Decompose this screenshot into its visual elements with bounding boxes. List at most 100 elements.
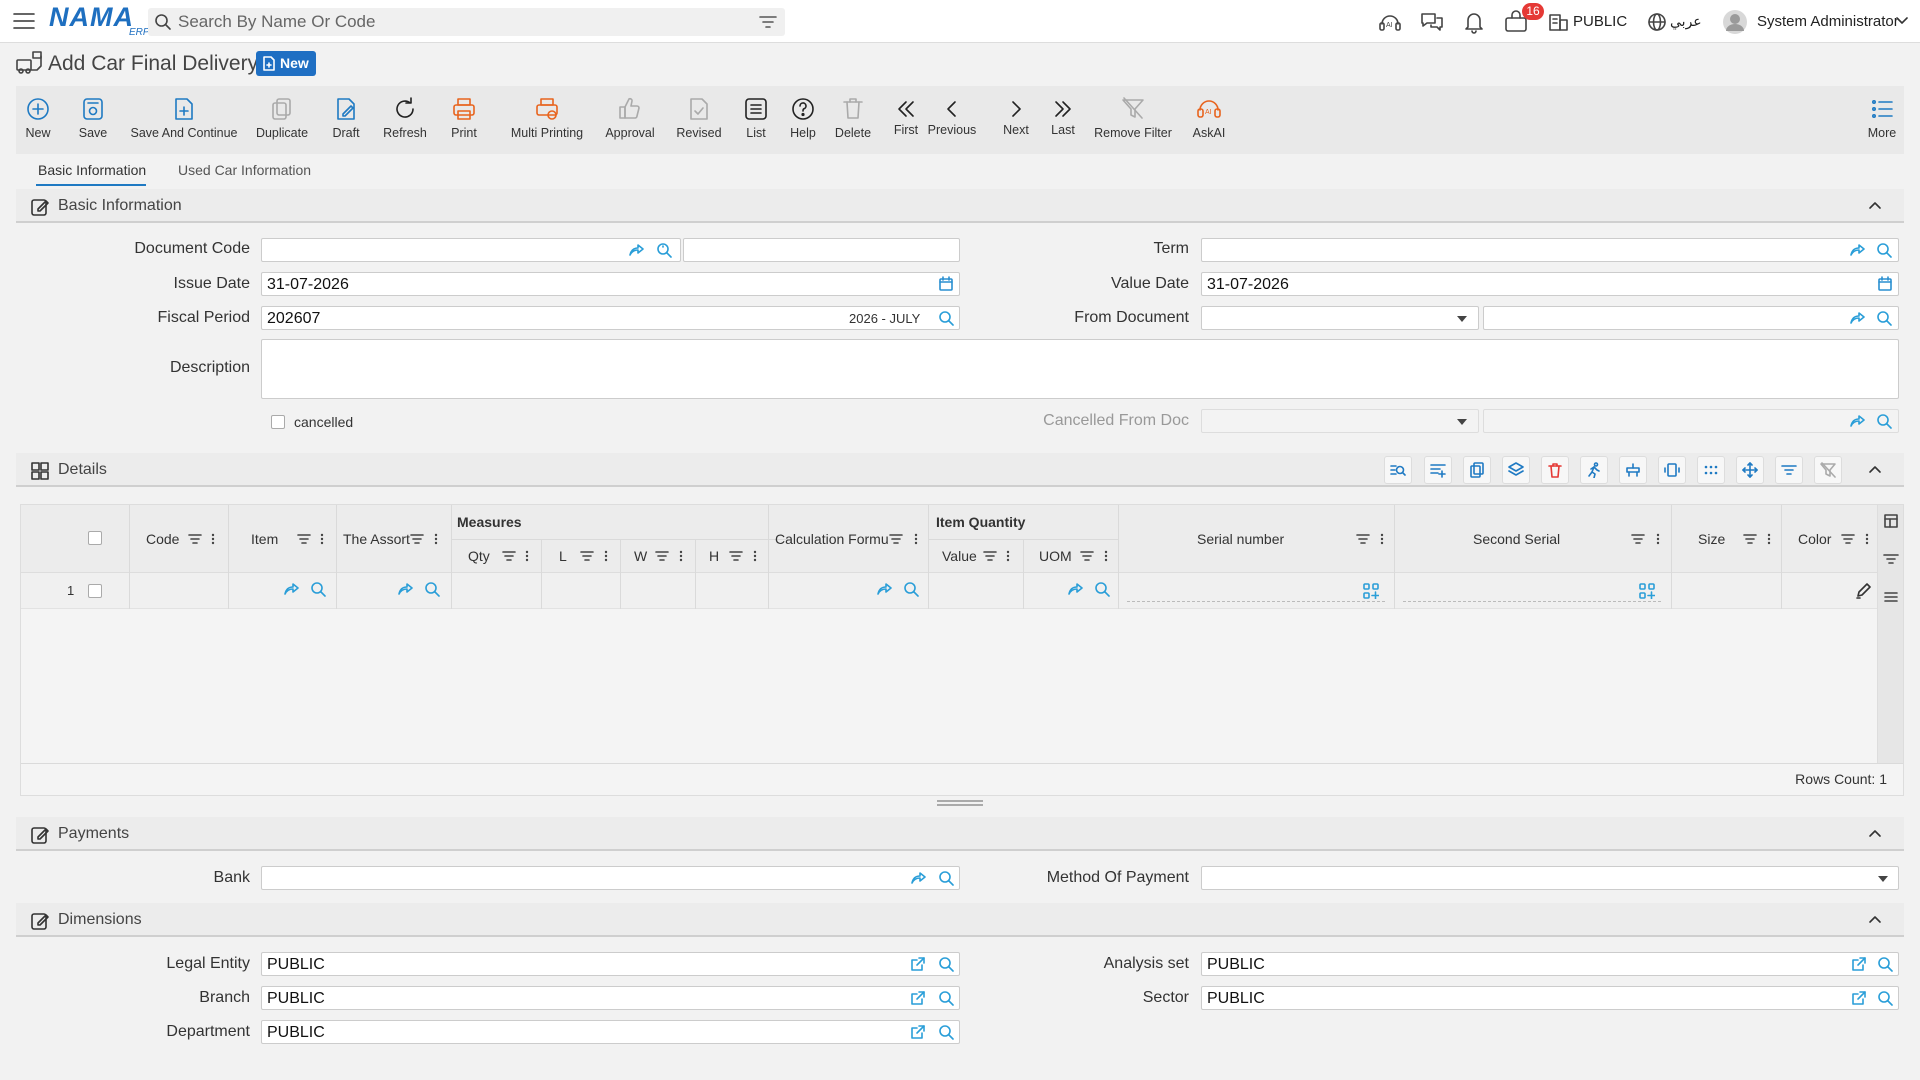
open-link-icon[interactable]	[910, 870, 926, 886]
chevron-up-icon[interactable]	[1868, 463, 1882, 475]
chevron-up-icon[interactable]	[1868, 199, 1882, 211]
chevron-down-icon[interactable]	[1896, 16, 1908, 26]
from-document-type-select[interactable]	[1201, 306, 1479, 330]
serial-picker-icon[interactable]	[1363, 583, 1379, 599]
global-search[interactable]	[148, 8, 785, 36]
grid-remove-filter-icon[interactable]	[1814, 456, 1842, 484]
column-header-calculation-formula[interactable]: Calculation Formu	[775, 531, 889, 547]
lookup-search-icon[interactable]	[1876, 242, 1892, 258]
lookup-search-icon[interactable]	[1877, 990, 1893, 1006]
grid-run-icon[interactable]	[1580, 456, 1608, 484]
column-header-code[interactable]: Code	[146, 531, 179, 547]
grid-add-rows-icon[interactable]	[1424, 456, 1452, 484]
column-header-serial-number[interactable]: Serial number	[1197, 531, 1284, 547]
column-filter-icon[interactable]	[1743, 533, 1757, 545]
lookup-search-icon[interactable]	[656, 242, 672, 258]
company-icon[interactable]	[1547, 9, 1569, 35]
sector-field[interactable]: PUBLIC	[1201, 986, 1899, 1010]
value-date-field[interactable]: 31-07-2026	[1201, 272, 1899, 296]
open-link-icon[interactable]	[397, 581, 413, 597]
grid-delete-icon[interactable]	[1541, 456, 1569, 484]
grid-filter-icon[interactable]	[1775, 456, 1803, 484]
open-link-icon[interactable]	[1849, 242, 1865, 258]
column-filter-icon[interactable]	[1356, 533, 1370, 545]
column-menu-icon[interactable]	[1865, 533, 1869, 545]
grid-dots-icon[interactable]	[1697, 456, 1725, 484]
issue-date-field[interactable]: 31-07-2026	[261, 272, 960, 296]
column-filter-icon[interactable]	[1631, 533, 1645, 545]
column-menu-icon[interactable]	[914, 533, 918, 545]
column-filter-icon[interactable]	[502, 550, 516, 562]
filter-panel-icon[interactable]	[1883, 551, 1899, 567]
column-filter-icon[interactable]	[580, 550, 594, 562]
multi-printing-button[interactable]: Multi Printing	[492, 86, 602, 154]
legal-entity-field[interactable]: PUBLIC	[261, 952, 960, 976]
grid-fit-columns-icon[interactable]	[1658, 456, 1686, 484]
ai-assistant-icon[interactable]: AI	[1377, 9, 1403, 35]
columns-chooser-icon[interactable]	[1883, 513, 1899, 529]
column-header-uom[interactable]: UOM	[1039, 548, 1072, 564]
caret-down-icon[interactable]	[1457, 316, 1467, 322]
language-switcher[interactable]: عربي	[1670, 13, 1702, 30]
grid-search-icon[interactable]	[1384, 456, 1412, 484]
column-menu-icon[interactable]	[1104, 550, 1108, 562]
table-row[interactable]: 1	[21, 573, 1877, 609]
tab-basic-information[interactable]: Basic Information	[38, 162, 146, 178]
draft-button[interactable]: Draft	[326, 86, 366, 154]
column-filter-icon[interactable]	[983, 550, 997, 562]
more-button[interactable]: More	[1864, 86, 1900, 154]
lookup-search-icon[interactable]	[938, 1024, 954, 1040]
section-header-payments[interactable]: Payments	[16, 817, 1904, 851]
column-header-item[interactable]: Item	[251, 531, 278, 547]
document-code-field[interactable]	[261, 238, 681, 262]
document-code-name-field[interactable]	[683, 238, 960, 262]
search-filter-icon[interactable]	[759, 14, 777, 30]
panel-resize-handle[interactable]	[937, 800, 983, 806]
refresh-button[interactable]: Refresh	[378, 86, 432, 154]
section-header-basic-information[interactable]: Basic Information	[16, 189, 1904, 223]
save-button[interactable]: Save	[73, 86, 113, 154]
chevron-up-icon[interactable]	[1868, 827, 1882, 839]
lookup-search-icon[interactable]	[1094, 581, 1110, 597]
cancelled-checkbox[interactable]	[271, 415, 285, 429]
list-button[interactable]: List	[734, 86, 778, 154]
column-filter-icon[interactable]	[655, 550, 669, 562]
new-button[interactable]: New	[19, 86, 57, 154]
external-link-icon[interactable]	[910, 990, 926, 1006]
globe-icon[interactable]	[1647, 9, 1667, 35]
lookup-search-icon[interactable]	[938, 870, 954, 886]
askai-button[interactable]: AI AskAI	[1188, 86, 1230, 154]
column-filter-icon[interactable]	[1080, 550, 1094, 562]
tab-used-car-information[interactable]: Used Car Information	[178, 162, 311, 178]
column-filter-icon[interactable]	[1841, 533, 1855, 545]
open-link-icon[interactable]	[876, 581, 892, 597]
user-menu[interactable]: System Administrator	[1757, 13, 1899, 30]
column-menu-icon[interactable]	[1656, 533, 1660, 545]
column-header-color[interactable]: Color	[1798, 531, 1831, 547]
column-header-second-serial[interactable]: Second Serial	[1473, 531, 1560, 547]
column-menu-icon[interactable]	[211, 533, 215, 545]
grid-move-icon[interactable]	[1736, 456, 1764, 484]
column-menu-icon[interactable]	[753, 550, 757, 562]
app-logo[interactable]: NAMA ERP	[49, 3, 150, 39]
bank-field[interactable]	[261, 866, 960, 890]
column-header-value[interactable]: Value	[942, 548, 977, 564]
calendar-icon[interactable]	[938, 276, 954, 292]
company-selector[interactable]: PUBLIC	[1573, 13, 1627, 30]
remove-filter-button[interactable]: Remove Filter	[1090, 86, 1176, 154]
open-link-icon[interactable]	[283, 581, 299, 597]
lookup-search-icon[interactable]	[424, 581, 440, 597]
delete-button[interactable]: Delete	[830, 86, 876, 154]
term-field[interactable]	[1201, 238, 1899, 262]
revised-button[interactable]: Revised	[666, 86, 732, 154]
next-button[interactable]: Next	[996, 86, 1036, 154]
open-link-icon[interactable]	[628, 242, 644, 258]
column-filter-icon[interactable]	[889, 533, 903, 545]
section-header-dimensions[interactable]: Dimensions	[16, 903, 1904, 937]
column-header-h[interactable]: H	[709, 548, 719, 564]
select-all-checkbox[interactable]	[88, 531, 102, 545]
duplicate-button[interactable]: Duplicate	[252, 86, 312, 154]
chat-icon[interactable]	[1419, 9, 1445, 35]
column-menu-icon[interactable]	[679, 550, 683, 562]
column-menu-icon[interactable]	[1380, 533, 1384, 545]
